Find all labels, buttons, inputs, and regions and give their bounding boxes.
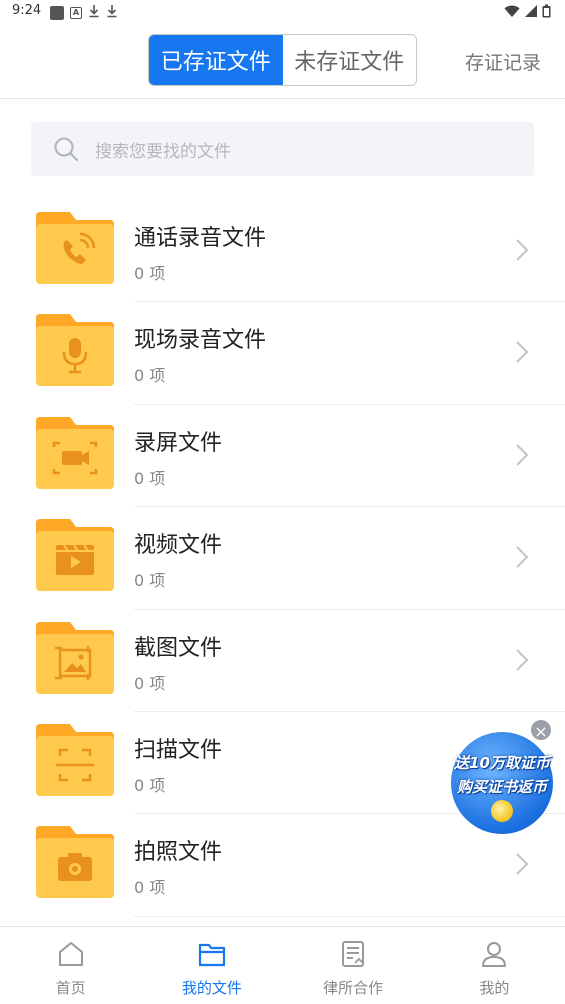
battery-icon <box>542 4 551 18</box>
chevron-right-icon <box>516 341 529 364</box>
nav-item-law-firm[interactable]: 律所合作 <box>283 927 424 1004</box>
coin-icon <box>491 800 513 822</box>
nav-label: 我的文件 <box>181 979 242 997</box>
close-icon[interactable]: × <box>529 718 553 742</box>
bottom-navigation: 首页 我的文件 律所合作 我的 <box>0 926 565 1004</box>
nav-item-home[interactable]: 首页 <box>0 927 141 1004</box>
download-icon <box>106 4 118 22</box>
list-item-video-files[interactable]: 视频文件 0 项 <box>0 507 565 610</box>
folder-icon <box>36 723 114 796</box>
system-icons <box>504 4 551 18</box>
promo-line-1: 送10万取证币 <box>454 754 550 772</box>
file-type-segmented-control: 已存证文件 未存证文件 <box>148 34 417 86</box>
records-link[interactable]: 存证记录 <box>465 48 541 75</box>
list-item-title: 通话录音文件 <box>134 226 267 251</box>
search-icon <box>54 137 78 161</box>
folder-icon <box>36 519 114 592</box>
folder-icon <box>198 943 225 967</box>
chevron-right-icon <box>516 853 529 876</box>
folder-icon <box>36 314 114 387</box>
camera-icon <box>58 853 92 882</box>
status-bar: 9:24 A <box>0 0 565 24</box>
promo-floating-badge[interactable]: 送10万取证币 购买证书返币 × <box>445 718 559 836</box>
list-item-count: 0 项 <box>134 571 166 591</box>
download-icon <box>88 4 100 22</box>
list-item-call-recordings[interactable]: 通话录音文件 0 项 <box>0 200 565 303</box>
list-item-count: 0 项 <box>134 366 166 386</box>
video-icon <box>56 544 94 576</box>
list-item-screenshot-files[interactable]: 截图文件 0 项 <box>0 610 565 712</box>
list-item-title: 现场录音文件 <box>134 328 267 354</box>
user-icon <box>482 942 507 967</box>
notification-icons: A <box>50 4 118 22</box>
status-time: 9:24 <box>12 3 42 18</box>
list-item-title: 扫描文件 <box>134 737 223 763</box>
top-header: 已存证文件 未存证文件 存证记录 <box>0 24 565 99</box>
notification-app-icon <box>50 6 64 20</box>
chevron-right-icon <box>516 648 529 671</box>
list-item-count: 0 项 <box>134 468 166 488</box>
tab-unstored-files[interactable]: 未存证文件 <box>282 35 416 85</box>
document-icon <box>342 941 365 967</box>
list-item-title: 视频文件 <box>134 533 223 559</box>
promo-line-2: 购买证书返币 <box>456 778 547 796</box>
folder-icon <box>36 621 114 694</box>
list-item-title: 拍照文件 <box>134 840 223 866</box>
chevron-right-icon <box>516 546 529 568</box>
list-item-count: 0 项 <box>134 264 166 283</box>
list-item-count: 0 项 <box>134 673 166 693</box>
home-icon <box>58 942 83 966</box>
search-placeholder: 搜索您要找的文件 <box>95 141 231 162</box>
chevron-right-icon <box>516 239 529 261</box>
wifi-icon <box>504 5 520 17</box>
list-item-live-recordings[interactable]: 现场录音文件 0 项 <box>0 302 565 405</box>
folder-icon <box>36 212 114 284</box>
list-item-count: 0 项 <box>134 775 166 795</box>
list-item-title: 截图文件 <box>134 635 223 661</box>
folder-icon <box>36 826 114 899</box>
list-item-title: 录屏文件 <box>134 430 223 456</box>
tab-stored-files[interactable]: 已存证文件 <box>149 35 283 85</box>
divider <box>134 915 565 917</box>
search-input[interactable]: 搜索您要找的文件 <box>31 122 534 176</box>
list-item-count: 0 项 <box>134 878 166 898</box>
nav-label: 律所合作 <box>323 979 384 997</box>
signal-icon <box>525 5 537 17</box>
nav-label: 我的 <box>479 979 510 997</box>
nav-item-my-files[interactable]: 我的文件 <box>141 927 282 1004</box>
folder-icon <box>36 416 114 489</box>
chevron-right-icon <box>516 444 529 466</box>
list-item-screen-recordings[interactable]: 录屏文件 0 项 <box>0 405 565 508</box>
nav-label: 首页 <box>55 979 86 997</box>
nav-item-profile[interactable]: 我的 <box>424 927 565 1004</box>
notification-a-icon: A <box>70 7 82 19</box>
